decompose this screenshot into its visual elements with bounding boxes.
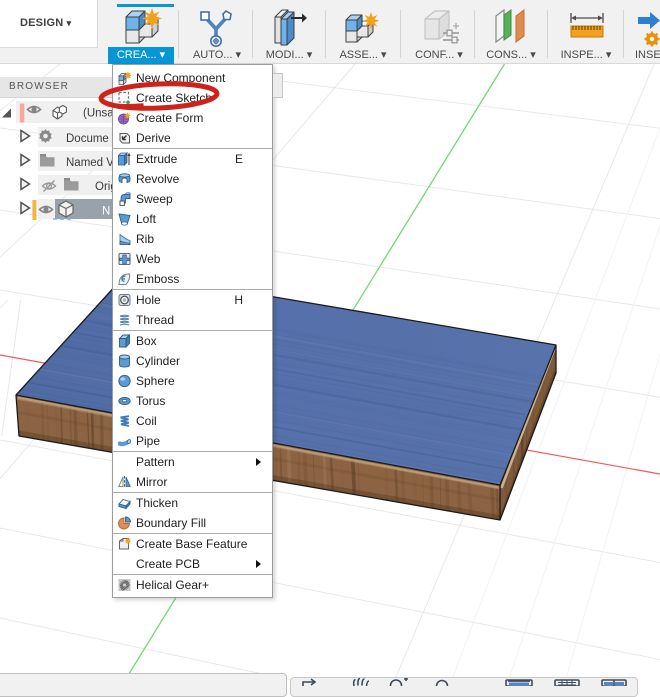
- svg-text:Docume: Docume: [66, 133, 109, 145]
- svg-text:N: N: [102, 206, 110, 218]
- svg-text:Named V: Named V: [66, 157, 114, 169]
